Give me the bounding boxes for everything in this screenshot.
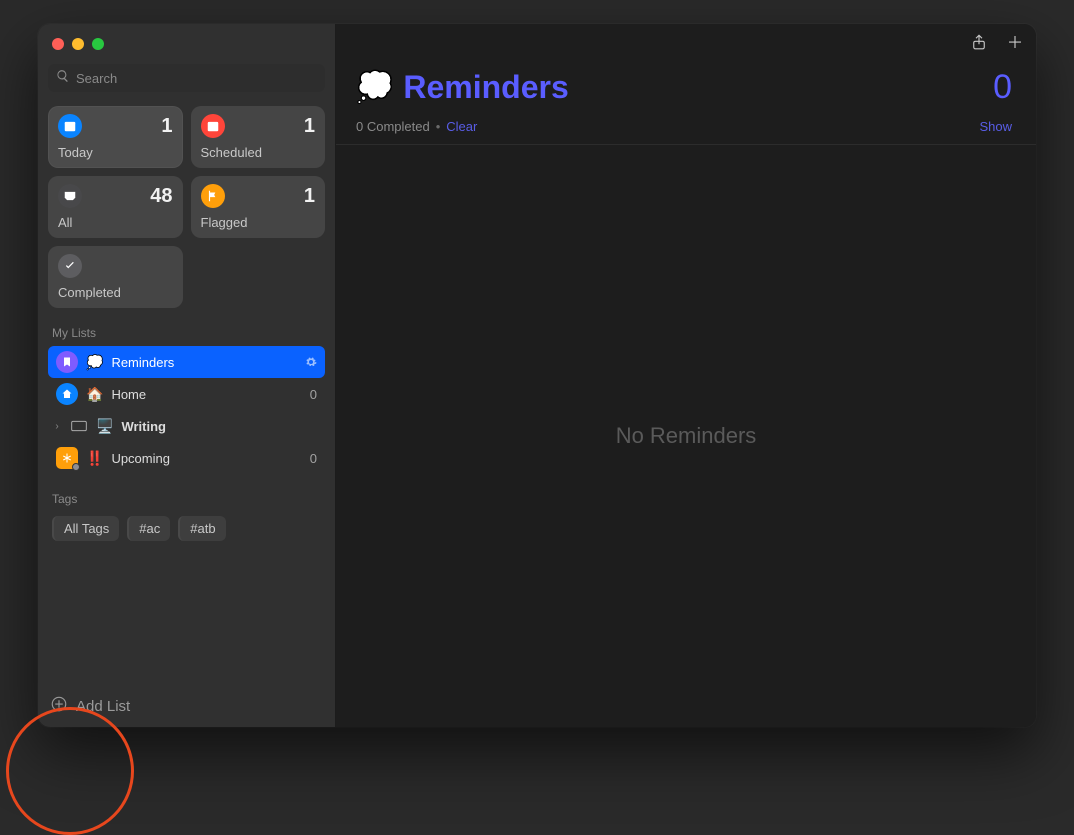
search-icon xyxy=(56,69,76,88)
app-window: 1 Today 1 Scheduled 48 xyxy=(38,24,1036,727)
smart-today-label: Today xyxy=(58,145,173,160)
bookmark-icon xyxy=(56,351,78,373)
smart-today-count: 1 xyxy=(161,115,172,138)
folder-icon xyxy=(70,419,88,433)
list-item-reminders[interactable]: 💭 Reminders xyxy=(48,346,325,378)
completed-count-text: 0 Completed xyxy=(356,119,430,134)
smart-flagged[interactable]: 1 Flagged xyxy=(191,176,326,238)
plus-circle-icon xyxy=(50,695,68,717)
flag-icon xyxy=(201,184,225,208)
chevron-right-icon[interactable]: › xyxy=(52,421,62,432)
add-list-label: Add List xyxy=(76,698,130,715)
tag-chip[interactable]: #atb xyxy=(178,516,225,541)
show-completed-button[interactable]: Show xyxy=(979,119,1012,134)
smart-today[interactable]: 1 Today xyxy=(48,106,183,168)
smart-flagged-label: Flagged xyxy=(201,215,316,230)
list-name: Writing xyxy=(121,419,309,434)
minimize-window-button[interactable] xyxy=(72,38,84,50)
empty-state-text: No Reminders xyxy=(616,423,757,449)
sidebar: 1 Today 1 Scheduled 48 xyxy=(38,24,336,727)
smart-flagged-count: 1 xyxy=(304,185,315,208)
calendar-icon xyxy=(201,114,225,138)
calendar-icon xyxy=(58,114,82,138)
tags-row: All Tags #ac #atb xyxy=(48,512,325,545)
tag-all[interactable]: All Tags xyxy=(52,516,119,541)
list-emoji: ‼️ xyxy=(86,450,103,467)
smart-all-label: All xyxy=(58,215,173,230)
list-name: Reminders xyxy=(111,355,285,370)
add-list-button[interactable]: Add List xyxy=(50,695,130,717)
list-item-upcoming[interactable]: ‼️ Upcoming 0 xyxy=(48,442,325,474)
share-icon[interactable] xyxy=(970,33,988,56)
smart-lists: 1 Today 1 Scheduled 48 xyxy=(48,106,325,308)
plus-icon[interactable] xyxy=(1006,33,1024,56)
list-title: Reminders xyxy=(403,69,568,106)
mylists: 💭 Reminders 🏠 Home 0 › 🖥️ Writing xyxy=(48,346,325,474)
asterisk-icon xyxy=(56,447,78,469)
smart-scheduled-count: 1 xyxy=(304,115,315,138)
check-icon xyxy=(58,254,82,278)
search-field[interactable] xyxy=(48,64,325,92)
window-controls xyxy=(48,34,325,64)
list-emoji: 🏠 xyxy=(86,386,103,403)
title-row: 💭 Reminders 0 xyxy=(336,64,1036,113)
main-panel: 💭 Reminders 0 0 Completed • Clear Show N… xyxy=(336,24,1036,727)
list-total-count: 0 xyxy=(993,68,1012,107)
smart-all[interactable]: 48 All xyxy=(48,176,183,238)
smart-completed[interactable]: Completed xyxy=(48,246,183,308)
mylists-header: My Lists xyxy=(52,326,321,340)
smart-scheduled[interactable]: 1 Scheduled xyxy=(191,106,326,168)
list-emoji: 💭 xyxy=(86,354,103,371)
smart-all-count: 48 xyxy=(150,185,172,208)
list-name: Upcoming xyxy=(111,451,301,466)
house-icon xyxy=(56,383,78,405)
close-window-button[interactable] xyxy=(52,38,64,50)
empty-state: No Reminders xyxy=(336,145,1036,727)
tray-icon xyxy=(58,184,82,208)
smart-scheduled-label: Scheduled xyxy=(201,145,316,160)
tags-header: Tags xyxy=(52,492,321,506)
list-count: 0 xyxy=(310,451,317,466)
list-name: Home xyxy=(111,387,301,402)
clear-completed-button[interactable]: Clear xyxy=(446,119,477,134)
list-count: 0 xyxy=(310,387,317,402)
zoom-window-button[interactable] xyxy=(92,38,104,50)
list-item-home[interactable]: 🏠 Home 0 xyxy=(48,378,325,410)
search-input[interactable] xyxy=(76,71,317,86)
list-emoji: 🖥️ xyxy=(96,418,113,435)
toolbar xyxy=(336,24,1036,64)
completed-row: 0 Completed • Clear Show xyxy=(336,113,1036,145)
separator: • xyxy=(436,119,441,134)
smart-completed-label: Completed xyxy=(58,285,173,300)
gear-icon[interactable] xyxy=(305,356,317,368)
title-emoji: 💭 xyxy=(356,70,393,105)
tag-chip[interactable]: #ac xyxy=(127,516,170,541)
list-item-writing[interactable]: › 🖥️ Writing xyxy=(48,410,325,442)
